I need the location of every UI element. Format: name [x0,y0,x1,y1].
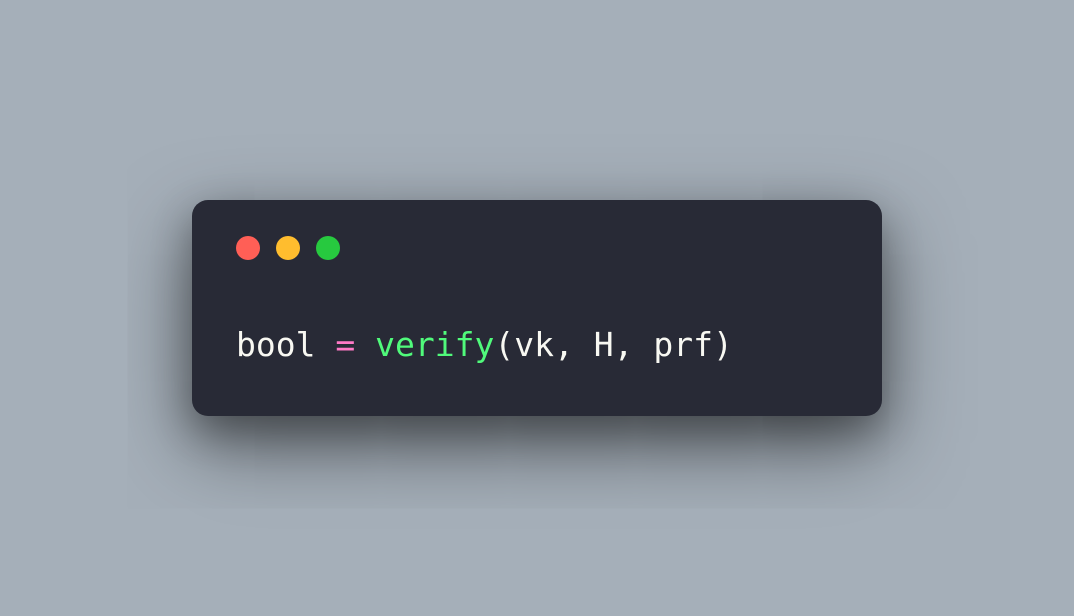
code-arg: prf [653,325,713,364]
code-comma: , [614,325,634,364]
code-space [633,325,653,364]
code-space [574,325,594,364]
code-window: bool = verify(vk, H, prf) [192,200,882,416]
code-space [315,325,335,364]
code-comma: , [554,325,574,364]
code-arg: H [594,325,614,364]
close-icon[interactable] [236,236,260,260]
code-paren-close: ) [713,325,733,364]
code-function: verify [375,325,494,364]
traffic-lights [236,236,838,260]
code-line: bool = verify(vk, H, prf) [236,322,838,368]
code-arg: vk [514,325,554,364]
code-space [355,325,375,364]
zoom-icon[interactable] [316,236,340,260]
code-variable: bool [236,325,315,364]
minimize-icon[interactable] [276,236,300,260]
code-paren-open: ( [494,325,514,364]
code-operator: = [335,325,355,364]
